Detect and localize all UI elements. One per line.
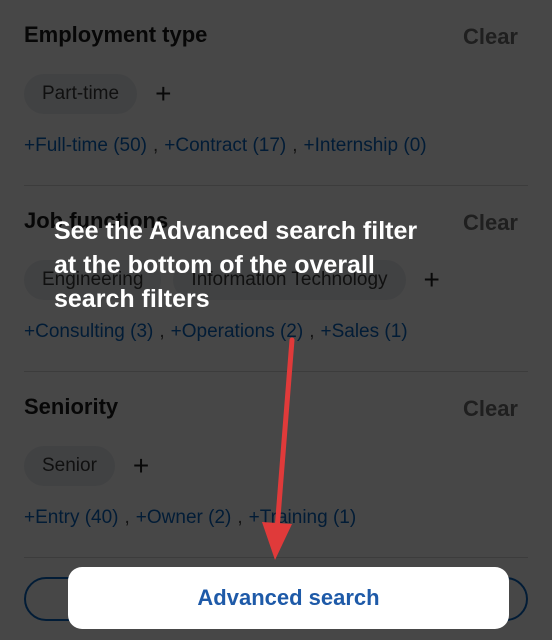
- arrow-icon: [262, 337, 295, 560]
- advanced-search-button[interactable]: Advanced search: [68, 567, 509, 629]
